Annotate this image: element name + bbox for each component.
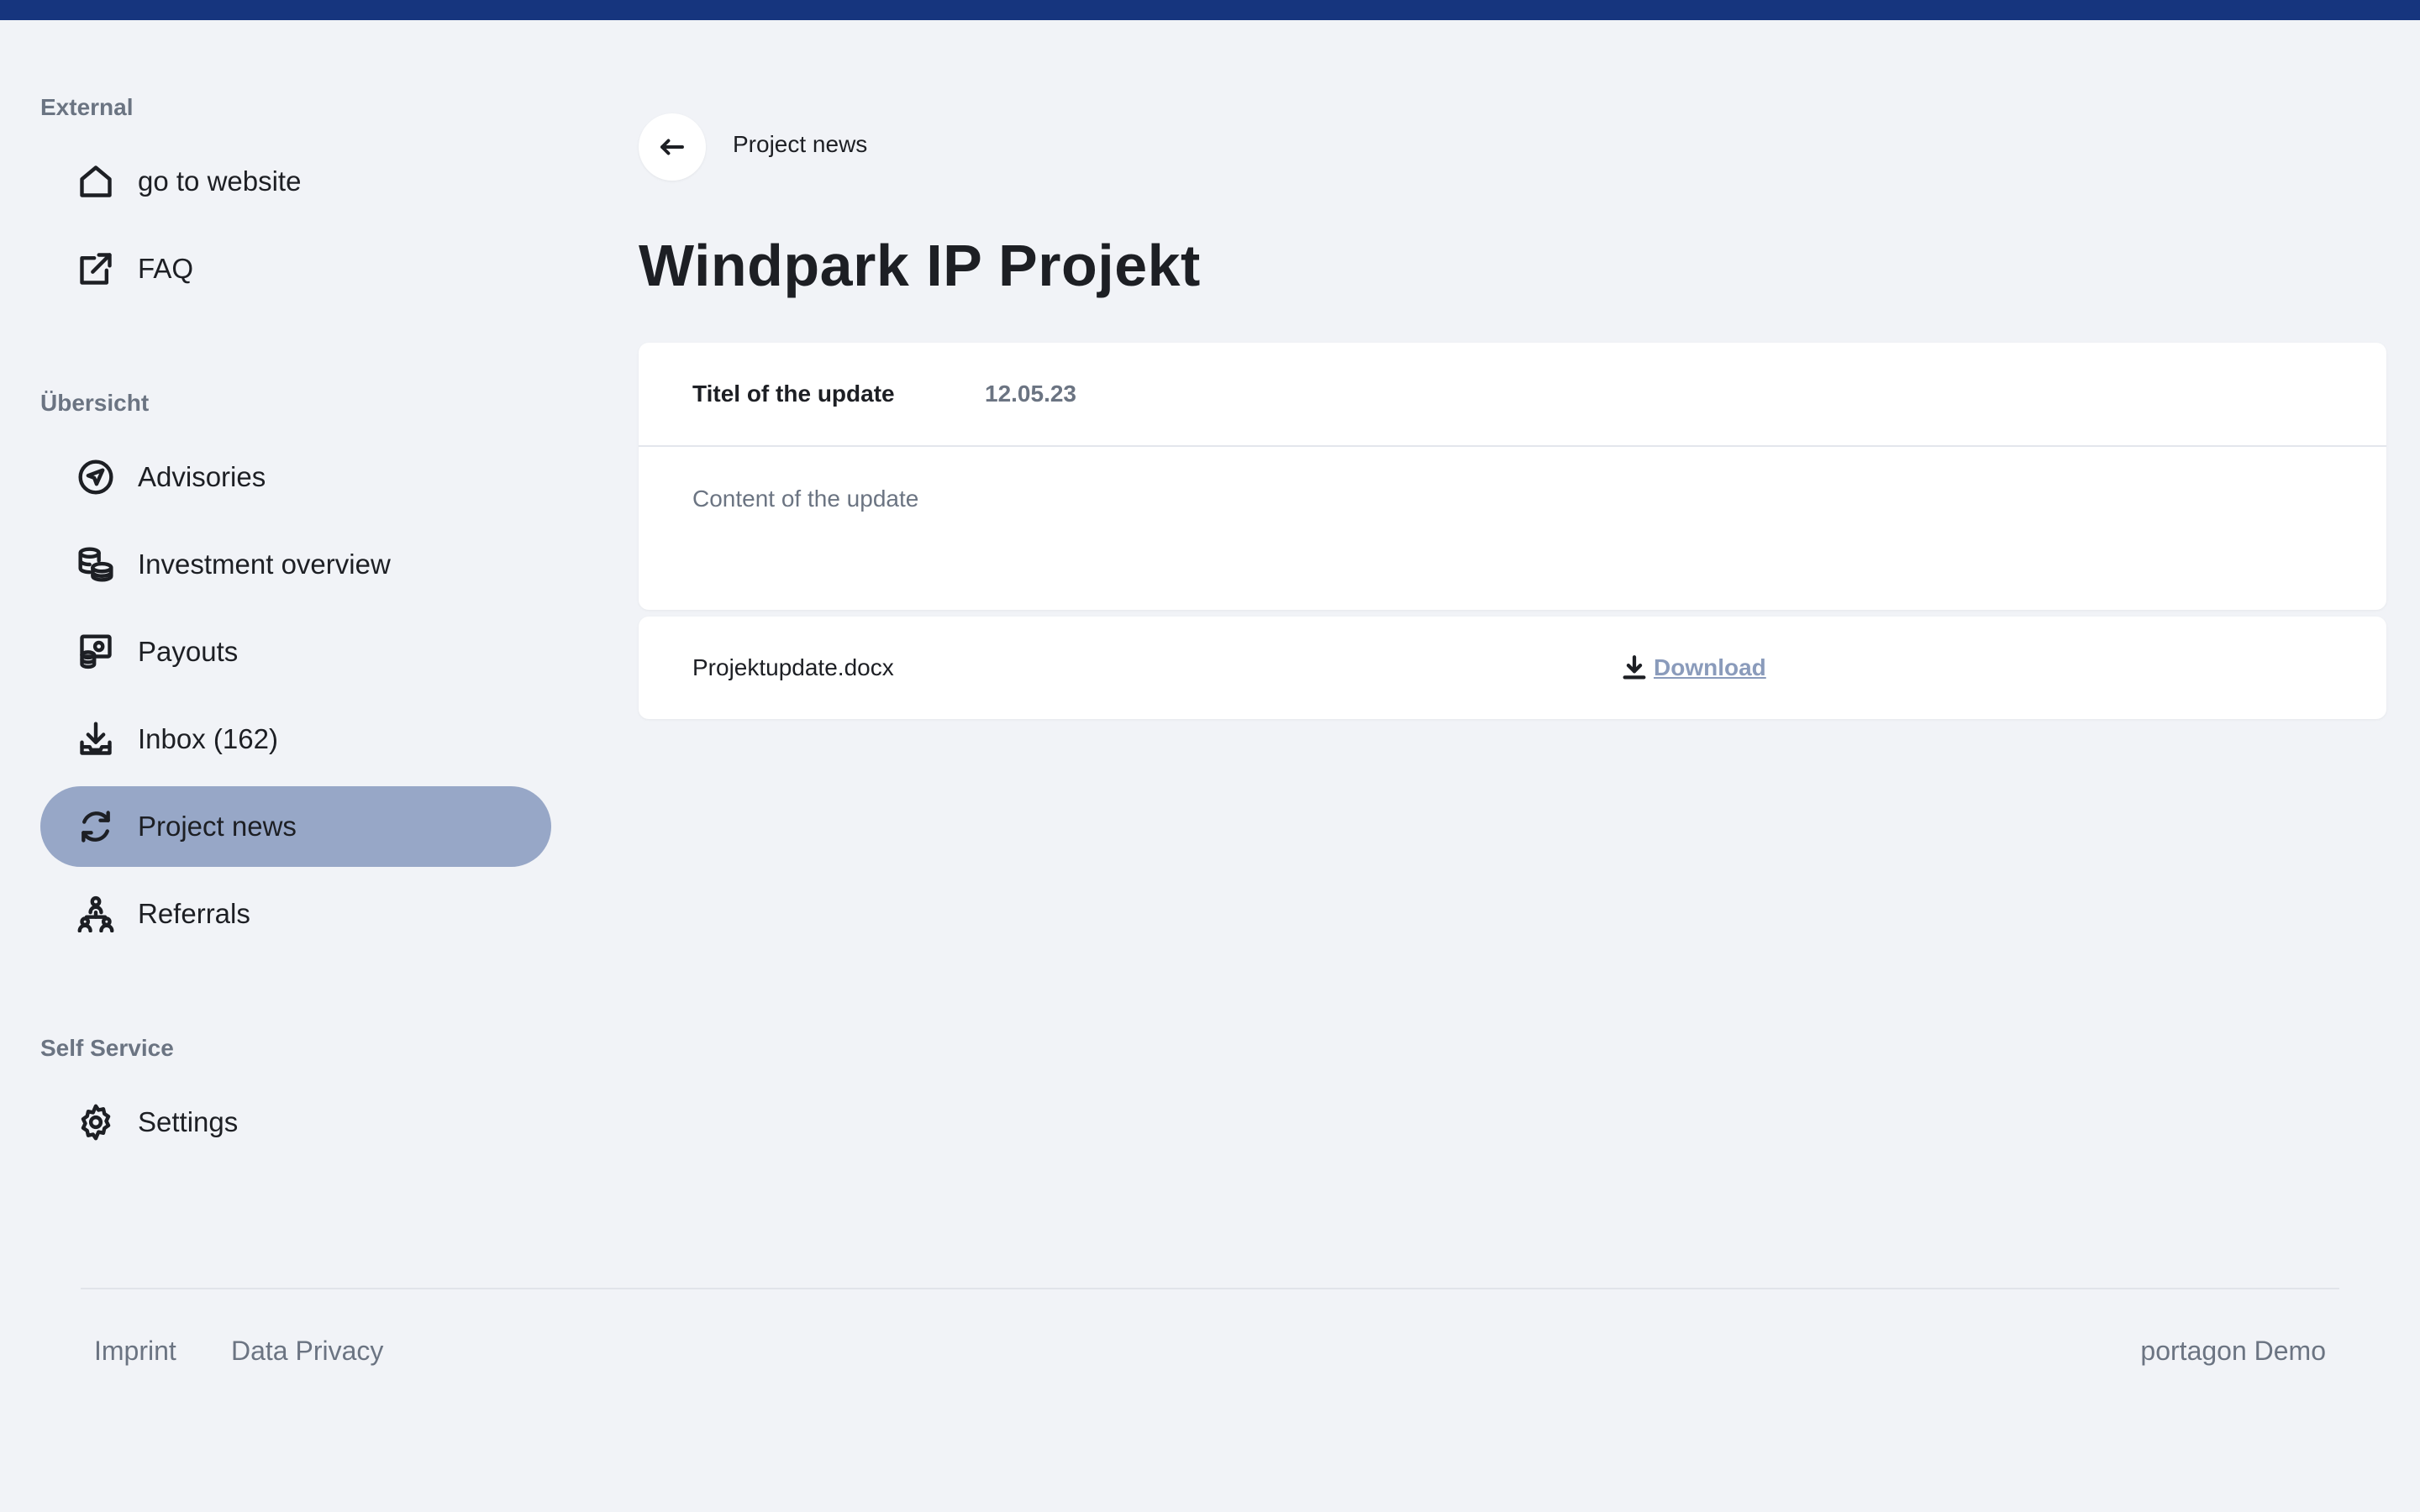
update-date: 12.05.23 — [985, 381, 1076, 407]
sidebar-item-referrals[interactable]: Referrals — [40, 874, 551, 954]
download-icon — [1623, 655, 1646, 680]
sidebar-item-settings[interactable]: Settings — [40, 1082, 551, 1163]
sidebar-section-ubersicht: Übersicht — [40, 390, 150, 416]
inbox-download-icon — [77, 721, 114, 758]
sidebar-item-go-to-website[interactable]: go to website — [40, 141, 551, 222]
update-card: Titel of the update 12.05.23 Content of … — [639, 343, 2386, 610]
page-title: Windpark IP Projekt — [639, 233, 1201, 298]
refresh-icon — [77, 808, 114, 845]
external-link-icon — [77, 250, 114, 287]
gear-icon — [77, 1104, 114, 1141]
download-label: Download — [1654, 654, 1766, 680]
sidebar-item-advisories[interactable]: Advisories — [40, 437, 551, 517]
top-bar — [0, 0, 2420, 20]
sidebar-item-label: Settings — [138, 1106, 239, 1137]
update-title: Titel of the update — [692, 381, 895, 407]
sidebar-section-external: External — [40, 94, 134, 120]
update-header: Titel of the update 12.05.23 — [639, 343, 2386, 447]
footer-divider — [81, 1288, 2339, 1289]
sidebar-section-self-service: Self Service — [40, 1035, 174, 1061]
coins-icon — [77, 546, 114, 583]
sidebar-item-project-news[interactable]: Project news — [40, 786, 551, 867]
sidebar-item-payouts[interactable]: Payouts — [40, 612, 551, 692]
update-content: Content of the update — [692, 486, 919, 512]
sidebar-item-inbox[interactable]: Inbox (162) — [40, 699, 551, 780]
send-icon — [77, 459, 114, 496]
sidebar-item-label: Inbox (162) — [138, 723, 278, 754]
referrals-icon — [77, 895, 114, 932]
sidebar-item-label: Investment overview — [138, 549, 391, 580]
download-link[interactable]: Download — [1620, 654, 1766, 682]
footer-link-data-privacy[interactable]: Data Privacy — [231, 1336, 383, 1367]
sidebar-item-investment-overview[interactable]: Investment overview — [40, 524, 551, 605]
breadcrumb: Project news — [733, 131, 868, 157]
sidebar-item-label: go to website — [138, 165, 302, 197]
attachment-file-name: Projektupdate.docx — [692, 654, 894, 680]
arrow-left-icon — [660, 139, 684, 155]
footer-brand: portagon Demo — [2140, 1336, 2326, 1366]
sidebar-item-label: Advisories — [138, 461, 266, 492]
attachment-card: Projektupdate.docx Download — [639, 617, 2386, 719]
sidebar-item-label: Project news — [138, 811, 297, 842]
footer-link-imprint[interactable]: Imprint — [94, 1336, 176, 1367]
sidebar-item-faq[interactable]: FAQ — [40, 228, 551, 309]
home-icon — [77, 163, 114, 200]
payout-icon — [77, 633, 114, 670]
sidebar-item-label: Referrals — [138, 898, 250, 929]
back-button[interactable] — [639, 113, 706, 181]
sidebar-item-label: FAQ — [138, 253, 194, 284]
sidebar-item-label: Payouts — [138, 636, 239, 667]
